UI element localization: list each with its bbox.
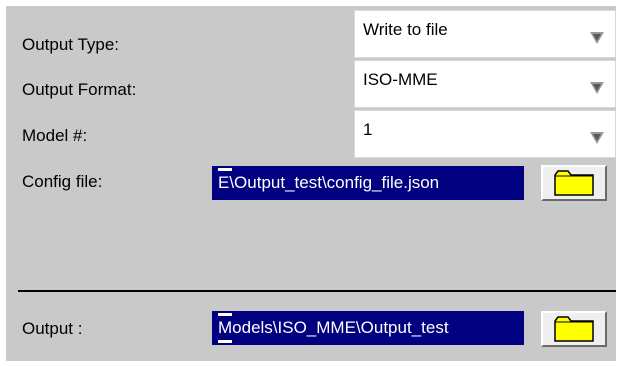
output-browse-button[interactable] [541, 311, 607, 347]
output-path-value: Models\ISO_MME\Output_test [218, 318, 449, 337]
section-divider [18, 290, 616, 292]
chevron-down-icon [590, 132, 604, 144]
config-file-label: Config file: [22, 172, 103, 191]
chevron-down-icon [590, 82, 604, 94]
output-type-dropdown[interactable]: Write to file [354, 10, 616, 58]
output-format-label: Output Format: [22, 80, 137, 99]
config-file-input[interactable]: E\Output_test\config_file.json [212, 166, 524, 200]
folder-icon [554, 170, 594, 196]
output-type-label: Output Type: [22, 35, 120, 54]
text-cursor [218, 313, 232, 316]
folder-icon [554, 316, 594, 342]
output-format-dropdown[interactable]: ISO-MME [354, 60, 616, 108]
output-settings-panel: Output Type: Write to file Output Format… [6, 6, 616, 361]
output-path-input[interactable]: Models\ISO_MME\Output_test [212, 311, 524, 345]
text-cursor-bottom [218, 340, 232, 343]
config-file-browse-button[interactable] [541, 165, 607, 201]
model-number-label: Model #: [22, 126, 88, 145]
chevron-down-icon [590, 32, 604, 44]
output-type-value: Write to file [363, 20, 448, 39]
text-cursor [218, 168, 232, 171]
output-format-value: ISO-MME [363, 70, 438, 89]
output-label: Output : [22, 319, 83, 338]
model-number-dropdown[interactable]: 1 [354, 110, 616, 158]
config-file-value: E\Output_test\config_file.json [218, 173, 440, 192]
model-number-value: 1 [363, 120, 373, 139]
